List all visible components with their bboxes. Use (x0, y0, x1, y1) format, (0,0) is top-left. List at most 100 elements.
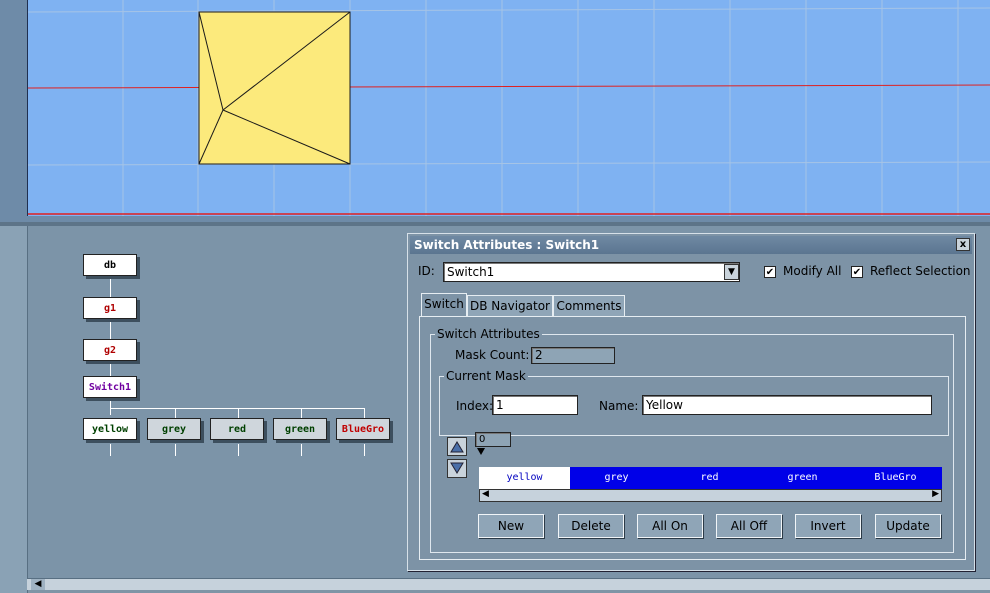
button-label: Update (886, 519, 930, 533)
tab-switch[interactable]: Switch (421, 293, 467, 317)
tree-node-label: grey (161, 423, 187, 435)
tree-connector (238, 408, 239, 418)
tree-connector (110, 444, 111, 456)
tree-node-g2[interactable]: g2 (83, 339, 137, 361)
mask-offset-value: 0 (479, 434, 486, 445)
tree-connector (175, 444, 176, 456)
tree-connector (364, 408, 365, 418)
tab-label: Switch (424, 297, 464, 311)
tree-node-label: yellow (91, 423, 129, 435)
all-off-button[interactable]: All Off (716, 514, 782, 538)
tree-node-bluegro[interactable]: BlueGro (336, 418, 390, 440)
tree-node-grey[interactable]: grey (147, 418, 201, 440)
mask-list[interactable]: yellow grey red green BlueGro ◀ ▶ (479, 467, 942, 503)
mask-count-value: 2 (535, 348, 543, 362)
current-mask-label: Current Mask (444, 369, 528, 383)
x-axis-line (28, 84, 990, 89)
mask-offset-field: 0 (475, 432, 511, 447)
viewport-canvas[interactable] (27, 0, 990, 216)
triangle-down-icon (450, 462, 464, 474)
index-value: 1 (496, 398, 504, 412)
tab-db-navigator[interactable]: DB Navigator (467, 295, 553, 316)
update-button[interactable]: Update (875, 514, 941, 538)
mask-scrollbar[interactable]: ◀ ▶ (479, 489, 942, 502)
tree-node-label: g2 (103, 344, 117, 356)
id-label: ID: (418, 264, 435, 278)
grid-lines (28, 0, 990, 216)
mask-label: BlueGro (874, 472, 917, 483)
tree-connector (238, 444, 239, 456)
mask-up-button[interactable] (447, 437, 467, 456)
tree-node-green[interactable]: green (273, 418, 327, 440)
switch-tab-panel: Switch Attributes Mask Count: 2 Current … (419, 316, 966, 560)
tab-comments[interactable]: Comments (553, 295, 625, 316)
tree-node-label: g1 (103, 302, 117, 314)
dialog-titlebar[interactable]: Switch Attributes : Switch1 x (410, 236, 972, 254)
tree-node-yellow[interactable]: yellow (83, 418, 137, 440)
scroll-left-arrow-icon[interactable]: ◀ (31, 579, 45, 590)
mask-marker-icon (477, 448, 485, 455)
all-on-button[interactable]: All On (637, 514, 703, 538)
modify-all-checkbox[interactable]: ✔ (764, 266, 776, 278)
tree-connector (301, 408, 302, 418)
tab-label: DB Navigator (469, 299, 550, 313)
tree-node-label: Switch1 (88, 381, 132, 393)
button-label: Invert (810, 519, 846, 533)
button-label: New (497, 519, 525, 533)
tree-connector (175, 408, 176, 418)
panel-left-strip (0, 226, 28, 593)
delete-button[interactable]: Delete (558, 514, 624, 538)
button-label: All Off (730, 519, 768, 533)
tree-connector (364, 444, 365, 456)
name-label: Name: (599, 399, 639, 413)
mask-cell-green[interactable]: green (756, 467, 849, 489)
tab-label: Comments (556, 299, 622, 313)
mask-down-button[interactable] (447, 459, 467, 478)
tree-node-g1[interactable]: g1 (83, 297, 137, 319)
tree-node-switch1[interactable]: Switch1 (83, 376, 137, 398)
viewport-scene (28, 0, 990, 216)
id-dropdown[interactable]: Switch1 (443, 262, 740, 282)
modify-all-label: Modify All (783, 264, 842, 278)
mask-label: green (787, 472, 818, 483)
switch-attributes-dialog: Switch Attributes : Switch1 x ID: Switch… (407, 233, 975, 571)
index-input[interactable]: 1 (492, 395, 578, 415)
mask-label: red (700, 472, 719, 483)
tree-node-red[interactable]: red (210, 418, 264, 440)
tree-node-label: db (103, 259, 117, 271)
name-value: Yellow (646, 398, 683, 412)
mask-label: yellow (506, 472, 543, 483)
tree-node-label: BlueGro (341, 423, 385, 435)
reflect-selection-label: Reflect Selection (870, 264, 971, 278)
index-label: Index: (456, 399, 494, 413)
close-icon: x (959, 239, 967, 250)
reflect-selection-checkbox[interactable]: ✔ (851, 266, 863, 278)
button-label: All On (652, 519, 688, 533)
scroll-left-arrow-icon[interactable]: ◀ (482, 489, 489, 499)
mask-count-field: 2 (531, 347, 615, 364)
mask-label: grey (604, 472, 629, 483)
close-button[interactable]: x (956, 238, 970, 251)
mask-cell-red[interactable]: red (663, 467, 756, 489)
mask-cell-grey[interactable]: grey (570, 467, 663, 489)
checkmark-icon: ✔ (765, 267, 775, 278)
name-input[interactable]: Yellow (642, 395, 932, 415)
mask-count-label: Mask Count: (455, 348, 530, 362)
tree-connector (301, 444, 302, 456)
tree-node-label: red (227, 423, 247, 435)
triangle-up-icon (450, 441, 464, 453)
graphics-viewport[interactable] (0, 0, 990, 222)
switch-attributes-label: Switch Attributes (435, 327, 542, 341)
horizontal-scrollbar[interactable]: ◀ (27, 578, 990, 590)
dialog-title: Switch Attributes : Switch1 (414, 238, 600, 252)
new-button[interactable]: New (478, 514, 544, 538)
chevron-down-icon[interactable]: ▼ (724, 264, 739, 280)
scroll-right-arrow-icon[interactable]: ▶ (932, 489, 939, 499)
tree-node-db[interactable]: db (83, 254, 137, 276)
id-value: Switch1 (447, 265, 495, 279)
button-label: Delete (571, 519, 611, 533)
mask-cell-yellow[interactable]: yellow (479, 467, 570, 489)
mask-cell-bluegro[interactable]: BlueGro (849, 467, 942, 489)
invert-button[interactable]: Invert (795, 514, 861, 538)
yellow-face (198, 11, 351, 165)
